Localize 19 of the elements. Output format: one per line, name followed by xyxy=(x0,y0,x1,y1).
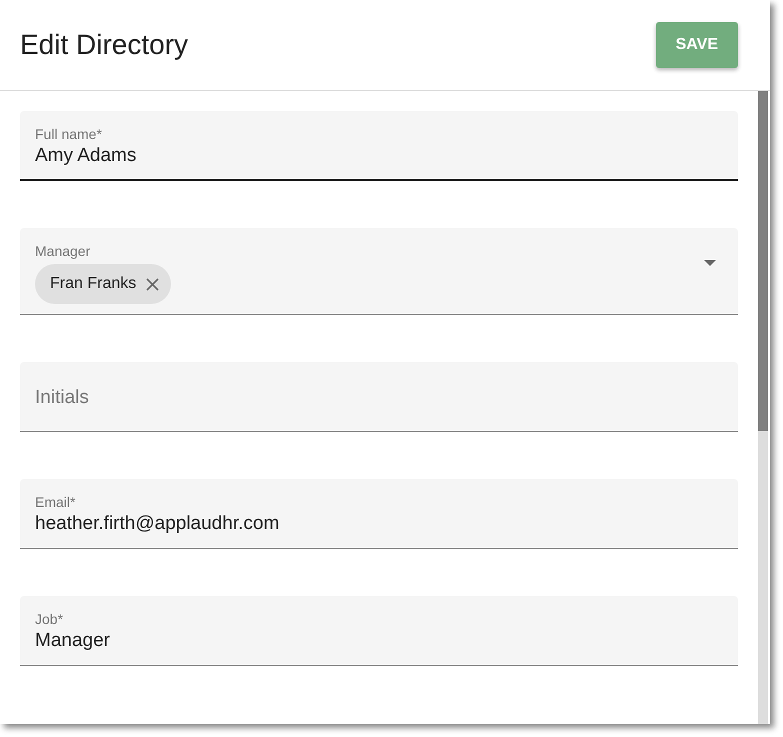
field-label: Email* xyxy=(35,493,76,511)
field-value: Manager xyxy=(35,629,111,653)
input-field[interactable]: Full name* Amy Adams xyxy=(20,111,738,181)
field-label: Manager xyxy=(35,242,92,260)
field-label: Job* xyxy=(35,610,64,628)
field-value: heather.firth@applaudhr.com xyxy=(35,512,280,536)
field-label: Full name* xyxy=(35,125,103,143)
dropdown-caret-icon[interactable] xyxy=(704,260,716,266)
field-value: Amy Adams xyxy=(35,144,138,168)
scrollbar-thumb[interactable] xyxy=(758,91,768,431)
manager-chip[interactable]: Fran Franks xyxy=(35,264,172,304)
input-field[interactable]: Initials xyxy=(20,362,738,432)
chip-label: Fran Franks xyxy=(50,274,136,294)
select-field[interactable]: Manager Fran Franks xyxy=(20,228,738,315)
input-field[interactable]: Job* Manager xyxy=(20,596,738,666)
input-field[interactable]: Email* heather.firth@applaudhr.com xyxy=(20,479,738,549)
field-placeholder: Initials xyxy=(35,386,90,410)
close-icon[interactable] xyxy=(146,278,160,290)
dialog-title: Edit Directory xyxy=(20,28,188,62)
